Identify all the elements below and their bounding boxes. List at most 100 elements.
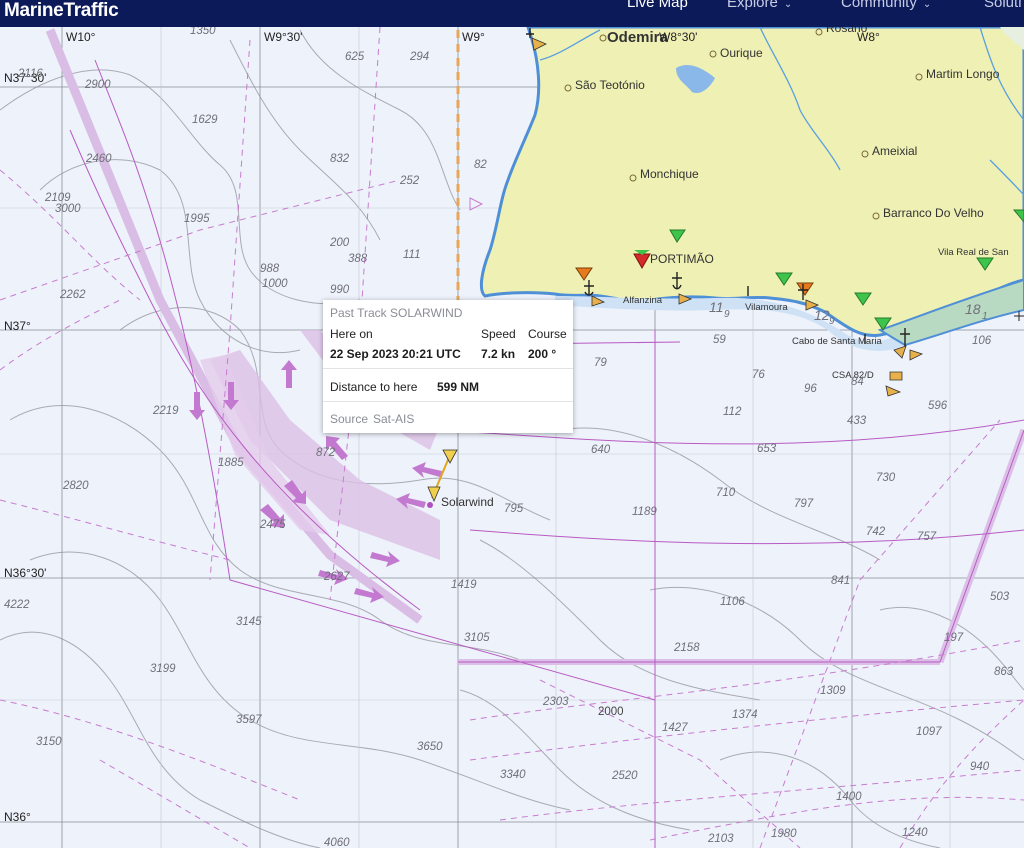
longitude-label: W8°30' <box>659 30 697 44</box>
latitude-label: N36° <box>4 810 31 824</box>
depth-label: 872 <box>316 447 336 459</box>
depth-label: 3597 <box>236 714 262 726</box>
depth-label: 2219 <box>152 405 179 417</box>
depth-label: 9 <box>724 309 730 320</box>
nautical-map[interactable]: Odemira Ourique Rosário São Teotónio Mar… <box>0 27 1024 848</box>
place-label-vilamoura: Vilamoura <box>745 302 788 313</box>
place-label-ameixial: Ameixial <box>872 144 917 158</box>
depth-label: 96 <box>804 383 817 395</box>
place-label-alfanzina: Alfanzina <box>623 295 663 306</box>
depth-label: 3000 <box>55 203 81 215</box>
popup-divider <box>323 401 573 402</box>
depth-label: 3650 <box>417 741 443 753</box>
depth-label: 3145 <box>236 616 262 628</box>
past-track-popup[interactable]: Past Track SOLARWIND Here on 22 Sep 2023… <box>323 300 573 433</box>
depth-label: 1885 <box>218 457 244 469</box>
depth-label: 1629 <box>192 114 218 126</box>
depth-label: 797 <box>794 498 814 510</box>
place-label-monchique: Monchique <box>640 167 699 181</box>
depth-label: 252 <box>399 175 420 187</box>
depth-label: 841 <box>831 575 850 587</box>
depth-label: 3105 <box>464 632 490 644</box>
depth-label: 1980 <box>771 828 797 840</box>
depth-label: 1000 <box>262 278 288 290</box>
place-label-cabo-santa-maria: Cabo de Santa Maria <box>792 336 882 347</box>
depth-label: 59 <box>713 334 726 346</box>
depth-label: 2460 <box>85 153 112 165</box>
depth-label: 1400 <box>836 791 862 803</box>
depth-label: 1097 <box>916 726 942 738</box>
depth-label: 12 <box>814 307 830 323</box>
depth-label: 84 <box>851 376 864 388</box>
depth-label: 2475 <box>259 519 286 531</box>
depth-label: 2116 <box>17 68 43 80</box>
depth-label: 863 <box>994 666 1014 678</box>
depth-label: 1427 <box>662 722 688 734</box>
vessel-icon[interactable] <box>889 371 903 381</box>
depth-label: 2900 <box>84 79 111 91</box>
depth-label: 76 <box>752 369 765 381</box>
depth-label: 730 <box>876 472 896 484</box>
depth-label: 653 <box>757 443 777 455</box>
depth-label: 2103 <box>707 833 734 845</box>
vessel-position-marker <box>427 502 433 508</box>
depth-label: 990 <box>330 284 350 296</box>
place-label-vila-real: Vila Real de San <box>938 247 1009 258</box>
nav-explore[interactable]: Explore ⌄ <box>727 0 792 11</box>
depth-label: 18 <box>965 301 981 317</box>
nav-live-map-label: Live Map <box>627 0 688 11</box>
brand-logo[interactable]: MarineTraffic <box>4 0 119 22</box>
depth-label: 2158 <box>673 642 700 654</box>
chevron-down-icon: ⌄ <box>922 0 932 10</box>
chevron-down-icon: ⌄ <box>783 0 793 10</box>
popup-source-value: Sat-AIS <box>373 412 415 426</box>
nav-solutions[interactable]: Soluti <box>984 0 1022 11</box>
depth-label: 388 <box>348 253 368 265</box>
depth-label: 112 <box>723 406 742 418</box>
nav-community[interactable]: Community ⌄ <box>841 0 931 11</box>
depth-label: 1995 <box>184 213 210 225</box>
depth-label: 1106 <box>720 596 745 608</box>
popup-divider <box>323 368 573 369</box>
place-label-martim-longo: Martim Longo <box>926 67 1000 81</box>
depth-label: 940 <box>970 761 990 773</box>
popup-course-label: Course <box>528 327 567 341</box>
depth-label: 2000 <box>598 706 624 718</box>
popup-source-label: Source <box>330 412 369 426</box>
longitude-label: W10° <box>66 30 96 44</box>
depth-label: 757 <box>917 531 937 543</box>
popup-distance-value: 599 NM <box>437 380 480 394</box>
depth-label: 988 <box>260 263 280 275</box>
popup-speed-value: 7.2 kn <box>481 347 516 361</box>
depth-label: 596 <box>928 400 948 412</box>
depth-label: 2303 <box>542 696 569 708</box>
depth-label: 11 <box>709 299 724 315</box>
depth-label: 3199 <box>150 663 176 675</box>
depth-label: 1419 <box>451 579 477 591</box>
depth-label: 1309 <box>820 685 846 697</box>
nav-live-map[interactable]: Live Map <box>627 0 688 11</box>
popup-speed-label: Speed <box>481 327 516 341</box>
depth-label: 742 <box>866 526 886 538</box>
depth-label: 433 <box>847 415 867 427</box>
depth-label: 3150 <box>36 736 62 748</box>
depth-label: 2820 <box>62 480 89 492</box>
depth-label: 640 <box>591 444 611 456</box>
depth-label: 106 <box>972 335 992 347</box>
depth-label: 82 <box>474 159 487 171</box>
depth-label: 1240 <box>902 827 928 839</box>
longitude-label: W9° <box>462 30 485 44</box>
popup-title: Past Track SOLARWIND <box>330 306 463 320</box>
place-label-barranco-do-velho: Barranco Do Velho <box>883 206 984 220</box>
depth-label: 9 <box>829 316 835 327</box>
nav-community-label: Community <box>841 0 917 11</box>
place-label-sao-teotonio: São Teotónio <box>575 78 645 92</box>
depth-label: 1 <box>982 311 988 322</box>
place-label-portimao: PORTIMÃO <box>650 252 714 266</box>
depth-label: 197 <box>944 632 964 644</box>
longitude-label: W9°30' <box>264 30 302 44</box>
longitude-label: W8° <box>857 30 880 44</box>
depth-label: 4222 <box>4 599 30 611</box>
latitude-label: N37° <box>4 319 31 333</box>
popup-here-on-value: 22 Sep 2023 20:21 UTC <box>330 347 461 361</box>
